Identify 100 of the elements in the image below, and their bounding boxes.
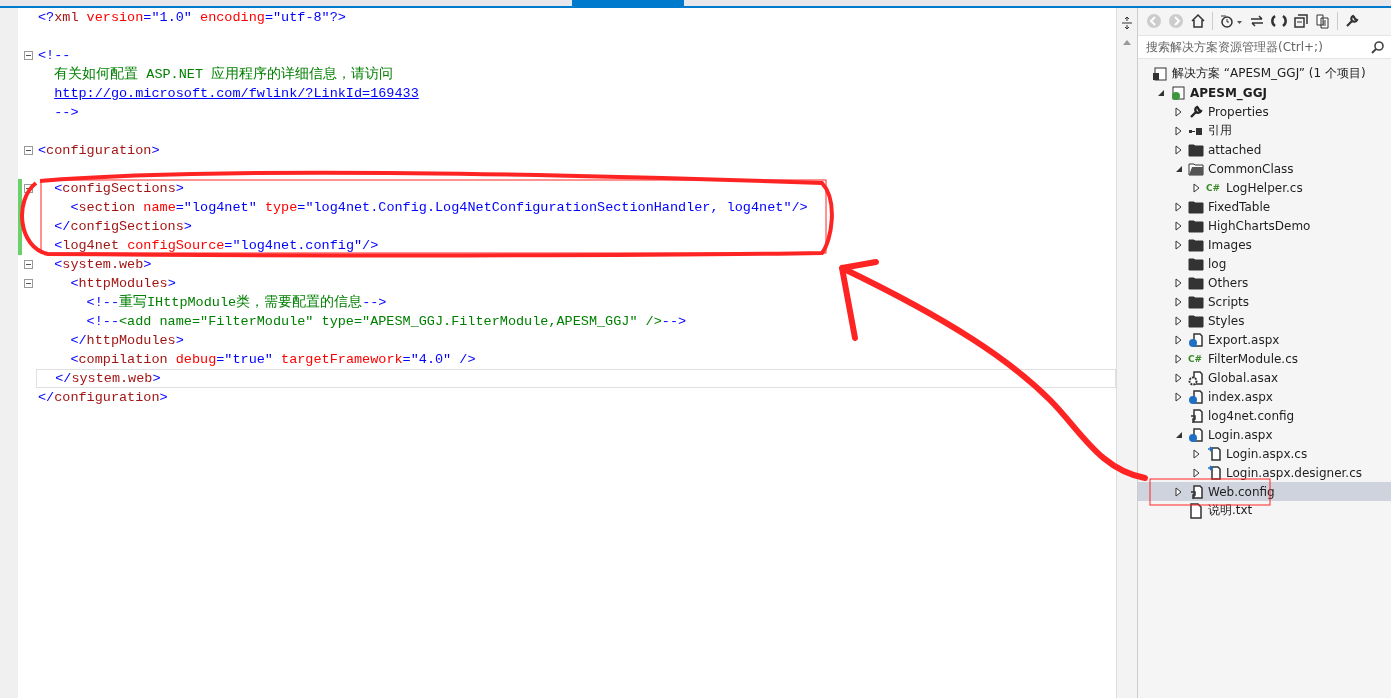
- expand-icon[interactable]: [1175, 239, 1183, 250]
- expand-icon[interactable]: [1193, 182, 1201, 193]
- tree-item[interactable]: log: [1138, 254, 1391, 273]
- web-file-icon: [1188, 426, 1204, 443]
- split-icon[interactable]: [1120, 16, 1134, 30]
- home-icon[interactable]: [1190, 13, 1206, 29]
- code-line: </configuration>: [38, 389, 169, 407]
- config-file-icon: [1188, 483, 1204, 500]
- collapse-icon[interactable]: [24, 260, 33, 269]
- expand-icon[interactable]: [1175, 277, 1183, 288]
- expand-icon[interactable]: [1175, 296, 1183, 307]
- file-icon: [1188, 502, 1204, 519]
- code-file-icon: [1206, 445, 1222, 462]
- folder-icon: [1188, 255, 1204, 272]
- scroll-up-icon[interactable]: [1122, 38, 1132, 46]
- code-line: http://go.microsoft.com/fwlink/?LinkId=169433: [53, 85, 420, 103]
- collapse-icon[interactable]: [24, 51, 33, 60]
- folder-icon: [1188, 274, 1204, 291]
- expand-icon[interactable]: [1175, 106, 1183, 117]
- gear-file-icon: [1188, 369, 1204, 386]
- tree-item[interactable]: Images: [1138, 235, 1391, 254]
- config-file-icon: [1188, 407, 1204, 424]
- expand-icon[interactable]: [1175, 391, 1183, 402]
- tree-item[interactable]: attached: [1138, 140, 1391, 159]
- tree-item[interactable]: Login.aspx.cs: [1138, 444, 1391, 463]
- code-line: <configuration>: [38, 142, 161, 160]
- tree-item[interactable]: Styles: [1138, 311, 1391, 330]
- expand-icon[interactable]: [1175, 201, 1183, 212]
- code-line: <system.web>: [53, 256, 153, 274]
- expand-icon[interactable]: [1175, 125, 1183, 136]
- tree-item[interactable]: CommonClass: [1138, 159, 1391, 178]
- csharp-file-icon: C#: [1188, 353, 1204, 364]
- refresh-icon[interactable]: [1271, 13, 1287, 29]
- search-icon: [1371, 40, 1385, 54]
- folder-icon: [1188, 217, 1204, 234]
- code-line: <!--重写IHttpModule类，需要配置的信息-->: [85, 293, 388, 312]
- tree-item[interactable]: Others: [1138, 273, 1391, 292]
- tree-item[interactable]: Login.aspx: [1138, 425, 1391, 444]
- tree-item[interactable]: C# FilterModule.cs: [1138, 349, 1391, 368]
- wrench-icon: [1188, 103, 1204, 120]
- expand-icon[interactable]: [1175, 353, 1183, 364]
- collapse-icon[interactable]: [1157, 88, 1165, 97]
- clock-icon[interactable]: [1219, 13, 1243, 29]
- tree-item[interactable]: Export.aspx: [1138, 330, 1391, 349]
- web-file-icon: [1188, 388, 1204, 405]
- folder-icon: [1188, 160, 1204, 177]
- tree-item[interactable]: 说明.txt: [1138, 501, 1391, 520]
- code-line: <configSections>: [53, 180, 185, 198]
- scrollbar[interactable]: [1116, 8, 1137, 698]
- expand-icon[interactable]: [1193, 448, 1201, 459]
- tree-item[interactable]: 引用: [1138, 121, 1391, 140]
- sync-icon[interactable]: [1249, 13, 1265, 29]
- project-icon: [1170, 84, 1186, 101]
- folder-icon: [1188, 236, 1204, 253]
- folder-icon: [1188, 198, 1204, 215]
- code-line: 有关如何配置 ASP.NET 应用程序的详细信息，请访问: [53, 65, 395, 84]
- folder-icon: [1188, 141, 1204, 158]
- expand-icon[interactable]: [1175, 372, 1183, 383]
- tree-item[interactable]: FixedTable: [1138, 197, 1391, 216]
- code-line: -->: [53, 104, 80, 122]
- expand-icon[interactable]: [1175, 144, 1183, 155]
- collapse-icon[interactable]: [24, 184, 33, 193]
- code-line: <?xml version="1.0" encoding="utf-8"?>: [38, 9, 347, 27]
- tree-item[interactable]: 解决方案 “APESM_GGJ” (1 个项目): [1138, 64, 1391, 83]
- code-line: <log4net configSource="log4net.config"/>: [53, 237, 380, 255]
- code-line: </configSections>: [53, 218, 193, 236]
- code-line: </httpModules>: [69, 332, 185, 350]
- collapse-icon[interactable]: [1175, 430, 1183, 439]
- code-file-icon: [1206, 464, 1222, 481]
- tree-item[interactable]: Web.config: [1138, 482, 1391, 501]
- code-line: <compilation debug="true" targetFramework="4.0" />: [69, 351, 477, 369]
- expand-icon[interactable]: [1175, 486, 1183, 497]
- tree-item[interactable]: HighChartsDemo: [1138, 216, 1391, 235]
- expand-icon[interactable]: [1175, 334, 1183, 345]
- tree-item[interactable]: Global.asax: [1138, 368, 1391, 387]
- collapse-icon[interactable]: [24, 146, 33, 155]
- web-file-icon: [1188, 331, 1204, 348]
- collapse-icon[interactable]: [24, 279, 33, 288]
- expand-icon[interactable]: [1193, 467, 1201, 478]
- documents-icon[interactable]: [1315, 13, 1331, 29]
- code-line: <!--<add name="FilterModule" type="APESM_GGJ.FilterModule,APESM_GGJ" />-->: [85, 313, 688, 331]
- tree-item[interactable]: Scripts: [1138, 292, 1391, 311]
- expand-icon[interactable]: [1175, 315, 1183, 326]
- tree-item[interactable]: Properties: [1138, 102, 1391, 121]
- tree-item[interactable]: C# LogHelper.cs: [1138, 178, 1391, 197]
- folder-icon: [1188, 293, 1204, 310]
- solution-icon: [1152, 65, 1168, 82]
- collapse-all-icon[interactable]: [1293, 13, 1309, 29]
- code-line: <!--: [38, 47, 72, 65]
- folder-icon: [1188, 312, 1204, 329]
- code-line: <httpModules>: [69, 275, 177, 293]
- wrench-icon[interactable]: [1344, 13, 1360, 29]
- expand-icon[interactable]: [1175, 220, 1183, 231]
- csharp-file-icon: C#: [1206, 182, 1222, 193]
- tree-item[interactable]: APESM_GGJ: [1138, 83, 1391, 102]
- collapse-icon[interactable]: [1175, 164, 1183, 173]
- tree-item[interactable]: log4net.config: [1138, 406, 1391, 425]
- tree-item[interactable]: index.aspx: [1138, 387, 1391, 406]
- search-field[interactable]: 搜索解决方案资源管理器(Ctrl+;): [1138, 35, 1391, 59]
- tree-item[interactable]: Login.aspx.designer.cs: [1138, 463, 1391, 482]
